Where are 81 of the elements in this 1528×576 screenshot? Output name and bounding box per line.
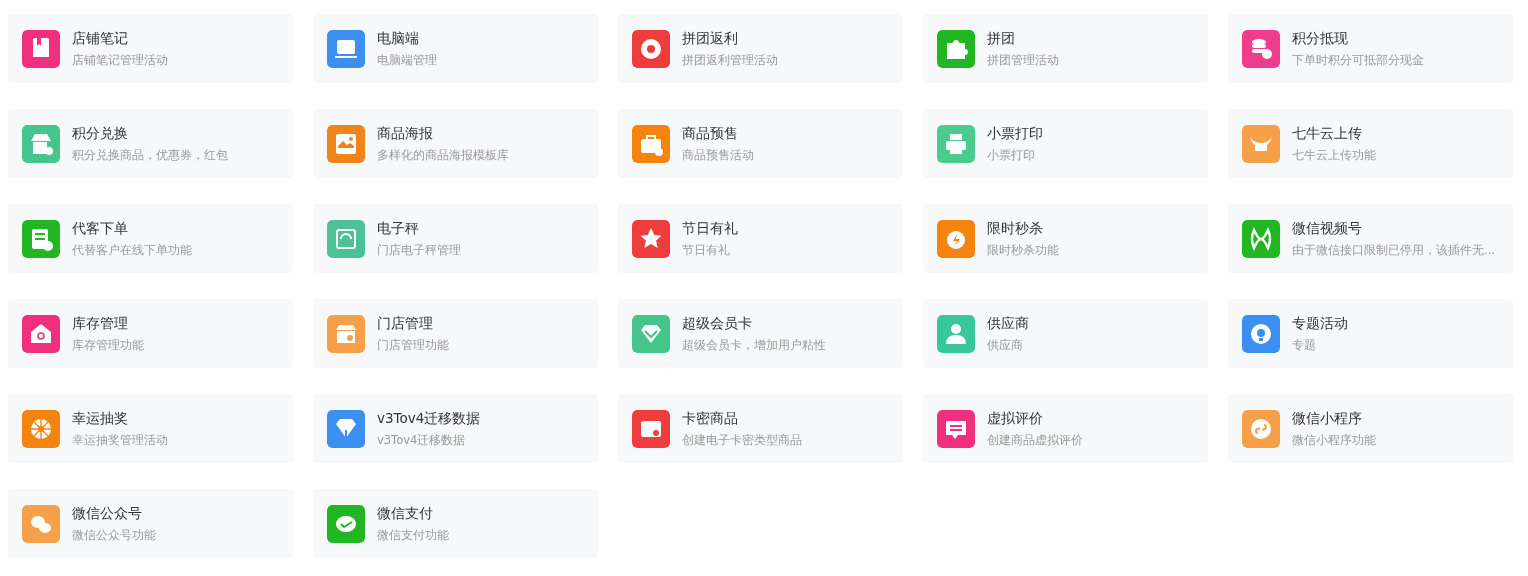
plugin-title: 节日有礼 bbox=[682, 219, 738, 238]
plugin-title: 小票打印 bbox=[987, 124, 1043, 143]
plugin-card[interactable]: 七牛云上传 七牛云上传功能 bbox=[1228, 109, 1513, 178]
plugin-title: 微信支付 bbox=[377, 504, 434, 523]
plugin-description: 门店电子秤管理 bbox=[377, 242, 461, 258]
plugin-title: 店铺笔记 bbox=[72, 29, 129, 48]
plugin-description: 电脑端管理 bbox=[377, 52, 437, 68]
plugin-description: 库存管理功能 bbox=[72, 337, 144, 353]
plugin-title: 卡密商品 bbox=[682, 409, 739, 428]
plugin-title: 限时秒杀 bbox=[987, 219, 1044, 238]
plugin-card[interactable]: 超级会员卡 超级会员卡，增加用户粘性 bbox=[618, 299, 903, 368]
plugin-title: 超级会员卡 bbox=[682, 314, 753, 333]
plugin-title: 供应商 bbox=[987, 314, 1029, 333]
plugin-title: 微信公众号 bbox=[72, 504, 143, 523]
plugin-description: 门店管理功能 bbox=[377, 337, 449, 353]
plugin-description: 微信公众号功能 bbox=[72, 527, 156, 543]
plugin-title: 微信视频号 bbox=[1292, 219, 1363, 238]
plugin-card[interactable]: 库存管理 库存管理功能 bbox=[8, 299, 293, 368]
plugin-description: 由于微信接口限制已停用，该插件无... bbox=[1292, 242, 1495, 258]
plugin-card[interactable]: 门店管理 门店管理功能 bbox=[313, 299, 598, 368]
plugin-card[interactable]: 专题活动 专题 bbox=[1228, 299, 1513, 368]
plugin-title: 拼团返利 bbox=[682, 29, 739, 48]
plugin-title: 商品预售 bbox=[682, 124, 739, 143]
plugin-title: 微信小程序 bbox=[1292, 409, 1363, 428]
plugin-title: 拼团 bbox=[987, 29, 1016, 48]
plugin-description: 限时秒杀功能 bbox=[987, 242, 1059, 258]
plugin-card[interactable]: 限时秒杀 限时秒杀功能 bbox=[923, 204, 1208, 273]
plugin-card[interactable]: 积分兑换 积分兑换商品，优惠券，红包 bbox=[8, 109, 293, 178]
plugin-card[interactable]: 微信支付 微信支付功能 bbox=[313, 489, 598, 558]
plugin-title: 商品海报 bbox=[377, 124, 434, 143]
plugin-title: 专题活动 bbox=[1292, 314, 1348, 333]
plugin-card[interactable]: 商品海报 多样化的商品海报模板库 bbox=[313, 109, 598, 178]
plugin-card[interactable]: 电子秤 门店电子秤管理 bbox=[313, 204, 598, 273]
plugin-title: 虚拟评价 bbox=[987, 409, 1044, 428]
plugin-card[interactable]: 幸运抽奖 幸运抽奖管理活动 bbox=[8, 394, 293, 463]
plugin-card[interactable]: 小票打印 小票打印 bbox=[923, 109, 1208, 178]
plugin-description: v3Tov4迁移数据 bbox=[377, 432, 467, 448]
plugin-description: 下单时积分可抵部分现金 bbox=[1292, 52, 1424, 68]
plugin-title: 电脑端 bbox=[377, 29, 420, 48]
plugin-card[interactable]: 拼团 拼团管理活动 bbox=[923, 14, 1208, 83]
plugin-description: 幸运抽奖管理活动 bbox=[72, 432, 168, 448]
plugin-card[interactable]: 商品预售 商品预售活动 bbox=[618, 109, 903, 178]
plugin-description: 代替客户在线下单功能 bbox=[72, 242, 192, 258]
plugin-card[interactable]: 代客下单 代替客户在线下单功能 bbox=[8, 204, 293, 273]
plugin-description: 节日有礼 bbox=[682, 242, 731, 258]
plugin-title: 代客下单 bbox=[72, 219, 129, 238]
plugin-title: 幸运抽奖 bbox=[72, 409, 129, 428]
plugin-description: 店铺笔记管理活动 bbox=[72, 52, 168, 68]
plugin-card[interactable]: 微信公众号 微信公众号功能 bbox=[8, 489, 293, 558]
plugin-description: 微信小程序功能 bbox=[1292, 432, 1376, 448]
plugin-description: 创建商品虚拟评价 bbox=[987, 432, 1083, 448]
plugin-card[interactable]: 电脑端 电脑端管理 bbox=[313, 14, 598, 83]
plugin-title: 积分兑换 bbox=[72, 124, 129, 143]
plugin-description: 拼团管理活动 bbox=[987, 52, 1059, 68]
plugin-card[interactable]: 卡密商品 创建电子卡密类型商品 bbox=[618, 394, 903, 463]
plugin-description: 超级会员卡，增加用户粘性 bbox=[682, 337, 826, 353]
plugin-card[interactable]: 节日有礼 节日有礼 bbox=[618, 204, 903, 273]
plugin-card[interactable]: 积分抵现 下单时积分可抵部分现金 bbox=[1228, 14, 1513, 83]
plugin-title: 电子秤 bbox=[377, 219, 420, 238]
plugin-title: 积分抵现 bbox=[1292, 29, 1349, 48]
plugin-card[interactable]: 虚拟评价 创建商品虚拟评价 bbox=[923, 394, 1208, 463]
plugin-card[interactable]: 微信小程序 微信小程序功能 bbox=[1228, 394, 1513, 463]
plugin-description: 供应商 bbox=[987, 337, 1024, 353]
plugin-description: 创建电子卡密类型商品 bbox=[682, 432, 802, 448]
plugin-card[interactable]: 微信视频号 由于微信接口限制已停用，该插件无... bbox=[1228, 204, 1513, 273]
plugin-description: 专题 bbox=[1292, 337, 1317, 353]
plugin-description: 商品预售活动 bbox=[682, 147, 754, 163]
plugin-card[interactable]: 拼团返利 拼团返利管理活动 bbox=[618, 14, 903, 83]
plugin-description: 微信支付功能 bbox=[377, 527, 449, 543]
plugin-description: 小票打印 bbox=[987, 147, 1036, 163]
plugin-title: 库存管理 bbox=[72, 314, 129, 333]
plugin-card[interactable]: 店铺笔记 店铺笔记管理活动 bbox=[8, 14, 293, 83]
plugin-title: 门店管理 bbox=[377, 314, 434, 333]
plugin-description: 拼团返利管理活动 bbox=[682, 52, 778, 68]
plugin-description: 积分兑换商品，优惠券，红包 bbox=[72, 147, 228, 163]
plugin-card[interactable]: v3Tov4迁移数据 v3Tov4迁移数据 bbox=[313, 394, 598, 463]
plugin-card[interactable]: 供应商 供应商 bbox=[923, 299, 1208, 368]
plugin-description: 多样化的商品海报模板库 bbox=[377, 147, 509, 163]
plugin-title: v3Tov4迁移数据 bbox=[377, 409, 481, 428]
plugin-description: 七牛云上传功能 bbox=[1292, 147, 1376, 163]
plugin-title: 七牛云上传 bbox=[1292, 124, 1363, 143]
